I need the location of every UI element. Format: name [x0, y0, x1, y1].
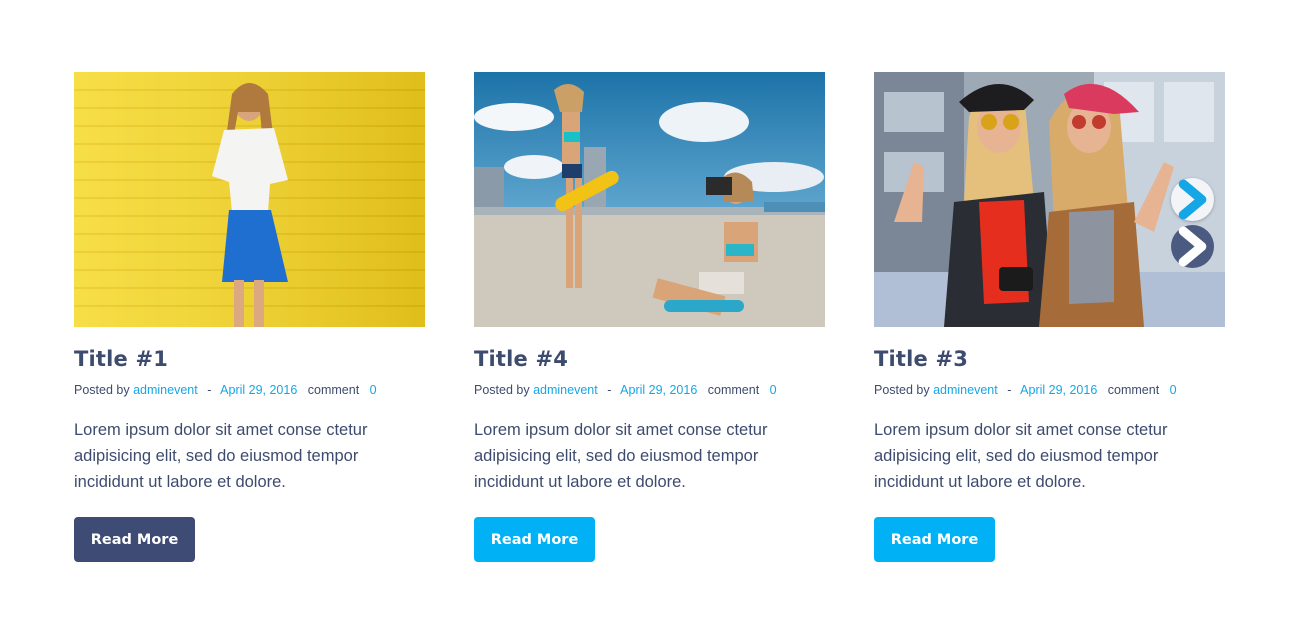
author-link[interactable]: adminevent	[533, 383, 598, 397]
read-more-button[interactable]: Read More	[74, 517, 195, 562]
read-more-button[interactable]: Read More	[474, 517, 595, 562]
meta-separator: -	[1007, 383, 1012, 397]
post-excerpt: Lorem ipsum dolor sit amet conse ctetur …	[74, 421, 368, 491]
comment-count-link[interactable]: 0	[770, 383, 777, 397]
posted-by-label: Posted by	[74, 383, 130, 397]
post-meta: Posted by adminevent - April 29, 2016 co…	[874, 383, 1177, 397]
author-link[interactable]: adminevent	[933, 383, 998, 397]
post-date-link[interactable]: April 29, 2016	[620, 383, 697, 397]
chevron-right-icon	[1178, 226, 1207, 267]
post-date-link[interactable]: April 29, 2016	[220, 383, 297, 397]
blog-card: Title #4 Posted by adminevent - April 29…	[474, 72, 825, 562]
meta-separator: -	[607, 383, 612, 397]
posted-by-label: Posted by	[474, 383, 530, 397]
post-image[interactable]	[474, 72, 825, 327]
carousel-next-alt-button[interactable]	[1171, 225, 1214, 268]
blog-card: Title #3 Posted by adminevent - April 29…	[874, 72, 1225, 562]
comment-count-link[interactable]: 0	[370, 383, 377, 397]
post-title[interactable]: Title #4	[474, 347, 568, 371]
post-image[interactable]	[74, 72, 425, 327]
post-excerpt: Lorem ipsum dolor sit amet conse ctetur …	[874, 421, 1168, 491]
beach-photo	[474, 72, 825, 327]
posted-by-label: Posted by	[874, 383, 930, 397]
blog-post-grid: Title #1 Posted by adminevent - April 29…	[74, 72, 1226, 572]
post-title[interactable]: Title #3	[874, 347, 968, 371]
yellow-wall-photo	[74, 72, 425, 327]
post-meta: Posted by adminevent - April 29, 2016 co…	[474, 383, 777, 397]
blog-card: Title #1 Posted by adminevent - April 29…	[74, 72, 425, 562]
comment-count-link[interactable]: 0	[1170, 383, 1177, 397]
post-image[interactable]	[874, 72, 1225, 327]
author-link[interactable]: adminevent	[133, 383, 198, 397]
comment-label: comment	[707, 383, 760, 397]
post-meta: Posted by adminevent - April 29, 2016 co…	[74, 383, 377, 397]
comment-label: comment	[307, 383, 360, 397]
read-more-button[interactable]: Read More	[874, 517, 995, 562]
post-excerpt: Lorem ipsum dolor sit amet conse ctetur …	[474, 421, 768, 491]
meta-separator: -	[207, 383, 212, 397]
post-date-link[interactable]: April 29, 2016	[1020, 383, 1097, 397]
comment-label: comment	[1107, 383, 1160, 397]
post-title[interactable]: Title #1	[74, 347, 168, 371]
